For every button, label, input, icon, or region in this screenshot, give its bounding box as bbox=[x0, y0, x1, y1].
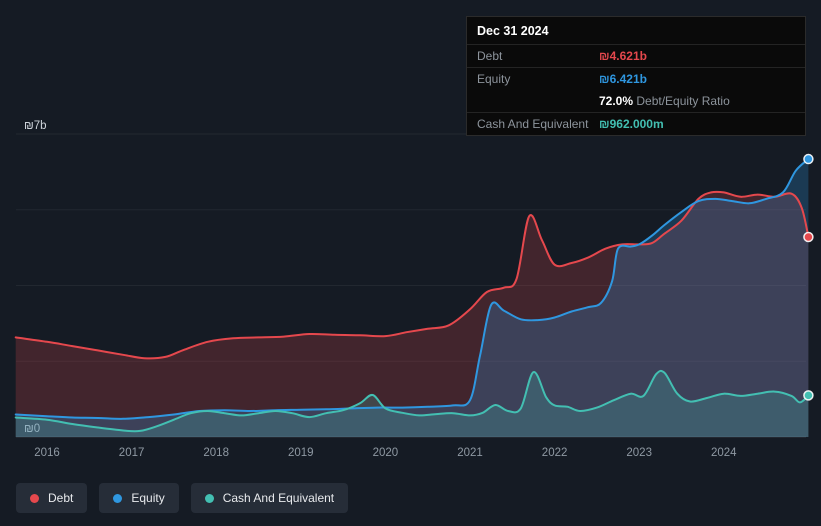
svg-text:₪7b: ₪7b bbox=[24, 120, 47, 132]
legend-item-cash[interactable]: Cash And Equivalent bbox=[190, 483, 349, 513]
debt-endpoint-dot bbox=[803, 231, 814, 243]
x-axis-labels: 2016 2017 2018 2019 2020 2021 2022 2023 2024 bbox=[34, 447, 737, 459]
tooltip-ratio-row: 72.0% Debt/Equity Ratio bbox=[467, 90, 805, 113]
legend-cash-label: Cash And Equivalent bbox=[222, 491, 335, 505]
debt-equity-history-panel: ₪7b₪020162017201820192020202120222023202… bbox=[0, 0, 821, 526]
legend-debt-label: Debt bbox=[48, 491, 74, 505]
tooltip-equity-row: Equity ₪6.421b bbox=[467, 68, 805, 90]
legend-equity-label: Equity bbox=[131, 491, 165, 505]
debt-legend-dot-icon bbox=[30, 493, 39, 503]
tooltip-debt-value: ₪4.621b bbox=[599, 49, 647, 63]
legend-item-debt[interactable]: Debt bbox=[16, 483, 88, 513]
svg-text:2022: 2022 bbox=[542, 447, 568, 459]
tooltip-cash-value: ₪962.000m bbox=[599, 117, 664, 131]
cash-legend-dot-icon bbox=[204, 493, 214, 503]
equity-endpoint-dot bbox=[803, 153, 814, 165]
tooltip-ratio-label: Debt/Equity Ratio bbox=[636, 94, 730, 108]
tooltip-debt-row: Debt ₪4.621b bbox=[467, 45, 805, 68]
tooltip-cash-row: Cash And Equivalent ₪962.000m bbox=[467, 113, 805, 135]
svg-text:2023: 2023 bbox=[626, 447, 652, 459]
cash-and-equivalent-endpoint-dot bbox=[803, 390, 814, 401]
tooltip-equity-label: Equity bbox=[477, 72, 511, 86]
chart-legend: Debt Equity Cash And Equivalent bbox=[16, 483, 349, 513]
svg-text:2016: 2016 bbox=[34, 447, 60, 459]
tooltip-date: Dec 31 2024 bbox=[467, 17, 805, 45]
svg-text:2018: 2018 bbox=[203, 447, 229, 459]
svg-text:2017: 2017 bbox=[119, 447, 145, 459]
svg-text:2020: 2020 bbox=[373, 447, 399, 459]
legend-item-equity[interactable]: Equity bbox=[99, 483, 179, 513]
series-areas bbox=[15, 159, 809, 437]
svg-text:2021: 2021 bbox=[457, 447, 483, 459]
tooltip-debt-label: Debt bbox=[477, 49, 503, 63]
tooltip-equity-value: ₪6.421b bbox=[599, 72, 647, 86]
svg-text:2024: 2024 bbox=[711, 447, 737, 459]
svg-text:2019: 2019 bbox=[288, 447, 314, 459]
tooltip-cash-label: Cash And Equivalent bbox=[477, 117, 589, 131]
equity-legend-dot-icon bbox=[113, 493, 123, 503]
chart-tooltip: Dec 31 2024 Debt ₪4.621b Equity ₪6.421b … bbox=[466, 16, 806, 136]
tooltip-ratio-value: 72.0% bbox=[599, 94, 634, 108]
